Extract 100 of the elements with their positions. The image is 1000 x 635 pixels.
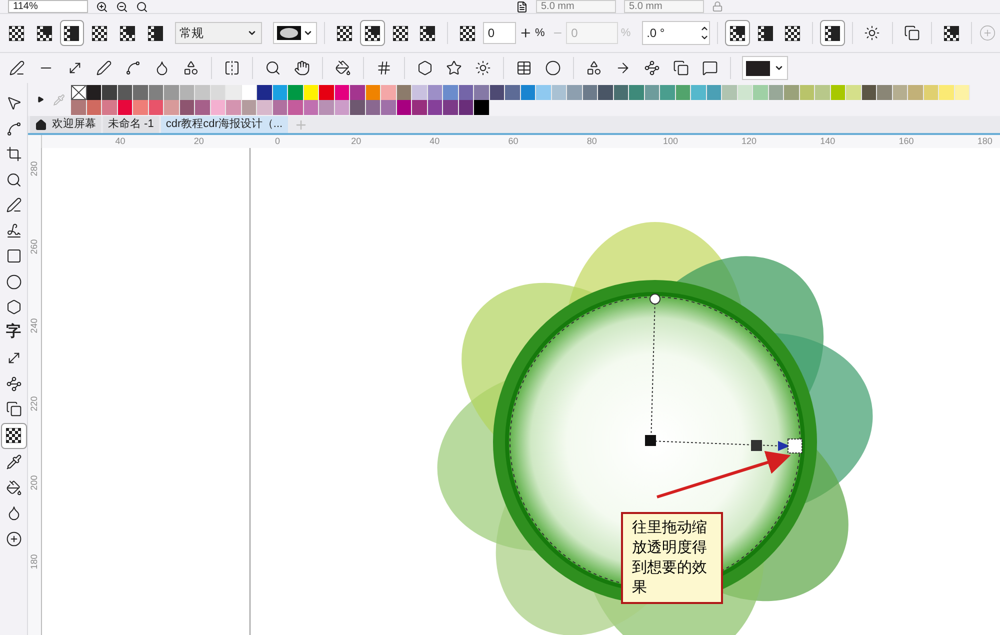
- color-swatch[interactable]: [954, 84, 970, 100]
- color-swatch[interactable]: [815, 84, 830, 100]
- color-swatch[interactable]: [753, 84, 768, 100]
- color-swatch[interactable]: [257, 100, 272, 114]
- pattern-dropdown[interactable]: [273, 22, 318, 44]
- color-swatch[interactable]: [676, 84, 691, 100]
- document-tab[interactable]: cdr教程cdr海报设计（...: [160, 116, 288, 133]
- color-swatch[interactable]: [334, 84, 350, 100]
- color-swatch[interactable]: [381, 84, 396, 100]
- color-swatch[interactable]: [458, 84, 474, 100]
- color-swatch[interactable]: [350, 100, 366, 114]
- checker-icon[interactable]: [0, 422, 26, 448]
- color-swatch[interactable]: [474, 84, 490, 100]
- document-tab[interactable]: 欢迎屏幕: [30, 116, 101, 133]
- color-swatch[interactable]: [102, 84, 118, 100]
- color-swatch[interactable]: [226, 100, 242, 114]
- midpoint-handle[interactable]: [751, 440, 762, 451]
- color-swatch[interactable]: [148, 84, 164, 100]
- expand-icon[interactable]: [37, 96, 44, 103]
- no-color-swatch[interactable]: [71, 84, 86, 100]
- transparency-type-icon[interactable]: [60, 20, 84, 46]
- color-swatch[interactable]: [164, 84, 180, 100]
- color-swatch[interactable]: [490, 84, 505, 100]
- angle-field[interactable]: .0 °: [642, 21, 710, 45]
- color-swatch[interactable]: [366, 84, 381, 100]
- color-swatch[interactable]: [118, 84, 133, 100]
- apply-mode-icon[interactable]: [725, 20, 750, 46]
- merge-target-icon[interactable]: [360, 20, 385, 46]
- color-swatch[interactable]: [428, 84, 443, 100]
- color-swatch[interactable]: [768, 84, 784, 100]
- color-swatch[interactable]: [412, 100, 428, 114]
- color-swatch[interactable]: [552, 84, 567, 100]
- color-swatch[interactable]: [257, 84, 272, 100]
- color-swatch[interactable]: [644, 84, 660, 100]
- color-swatch[interactable]: [443, 84, 458, 100]
- color-swatch[interactable]: [288, 100, 304, 114]
- color-swatch[interactable]: [180, 84, 195, 100]
- color-swatch[interactable]: [800, 84, 815, 100]
- color-swatch[interactable]: [210, 84, 226, 100]
- color-swatch[interactable]: [86, 84, 102, 100]
- color-swatch[interactable]: [319, 100, 334, 114]
- spin-down-icon[interactable]: [700, 33, 710, 42]
- lock-icon[interactable]: [712, 1, 723, 12]
- zoom-field[interactable]: 114%: [8, 0, 88, 13]
- zoom-in-icon[interactable]: [96, 0, 108, 12]
- color-swatch[interactable]: [195, 100, 210, 114]
- color-swatch[interactable]: [474, 100, 490, 114]
- color-swatch[interactable]: [272, 84, 288, 100]
- size-field[interactable]: 5.0 mm: [624, 0, 704, 13]
- color-swatch[interactable]: [536, 84, 552, 100]
- outline-color-dropdown[interactable]: [742, 56, 788, 80]
- canvas[interactable]: 往里拖动缩放透明度得到想要的效果: [42, 148, 1000, 635]
- merge-mode-dropdown[interactable]: 常规: [174, 22, 262, 44]
- color-swatch[interactable]: [784, 84, 800, 100]
- color-swatch[interactable]: [830, 84, 846, 100]
- color-swatch[interactable]: [582, 84, 598, 100]
- color-swatch[interactable]: [304, 84, 319, 100]
- color-swatch[interactable]: [505, 84, 520, 100]
- color-swatch[interactable]: [288, 84, 304, 100]
- color-swatch[interactable]: [71, 100, 86, 114]
- color-swatch[interactable]: [939, 84, 954, 100]
- size-field[interactable]: 5.0 mm: [536, 0, 616, 13]
- color-swatch[interactable]: [598, 84, 614, 100]
- text-tool[interactable]: 字: [2, 320, 26, 344]
- color-swatch[interactable]: [195, 84, 210, 100]
- color-swatch[interactable]: [877, 84, 892, 100]
- freeze-icon[interactable]: [820, 20, 846, 46]
- document-tab[interactable]: 未命名 -1: [103, 116, 159, 133]
- color-swatch[interactable]: [567, 84, 582, 100]
- opacity-field[interactable]: 0: [482, 22, 516, 44]
- color-swatch[interactable]: [102, 100, 118, 114]
- color-swatch[interactable]: [892, 84, 908, 100]
- direction-handle[interactable]: [778, 441, 790, 451]
- color-swatch[interactable]: [381, 100, 396, 114]
- page-icon[interactable]: [516, 0, 528, 12]
- color-swatch[interactable]: [629, 84, 644, 100]
- color-swatch[interactable]: [520, 84, 536, 100]
- color-swatch[interactable]: [722, 84, 738, 100]
- center-handle[interactable]: [645, 435, 656, 446]
- color-swatch[interactable]: [133, 84, 148, 100]
- color-swatch[interactable]: [443, 100, 458, 114]
- color-swatch[interactable]: [164, 100, 180, 114]
- color-swatch[interactable]: [706, 84, 722, 100]
- zoom-out-icon[interactable]: [116, 0, 128, 12]
- color-swatch[interactable]: [924, 84, 939, 100]
- end-handle[interactable]: [788, 438, 802, 454]
- color-swatch[interactable]: [319, 84, 334, 100]
- color-swatch[interactable]: [738, 84, 753, 100]
- spin-up-icon[interactable]: [700, 24, 710, 33]
- color-swatch[interactable]: [660, 84, 676, 100]
- color-swatch[interactable]: [614, 84, 629, 100]
- color-swatch[interactable]: [412, 84, 428, 100]
- color-swatch[interactable]: [396, 84, 412, 100]
- search-icon[interactable]: [136, 0, 148, 12]
- color-swatch[interactable]: [908, 84, 924, 100]
- color-swatch[interactable]: [846, 84, 862, 100]
- color-swatch[interactable]: [242, 84, 257, 100]
- color-swatch[interactable]: [862, 84, 877, 100]
- color-swatch[interactable]: [691, 84, 706, 100]
- color-swatch[interactable]: [226, 84, 242, 100]
